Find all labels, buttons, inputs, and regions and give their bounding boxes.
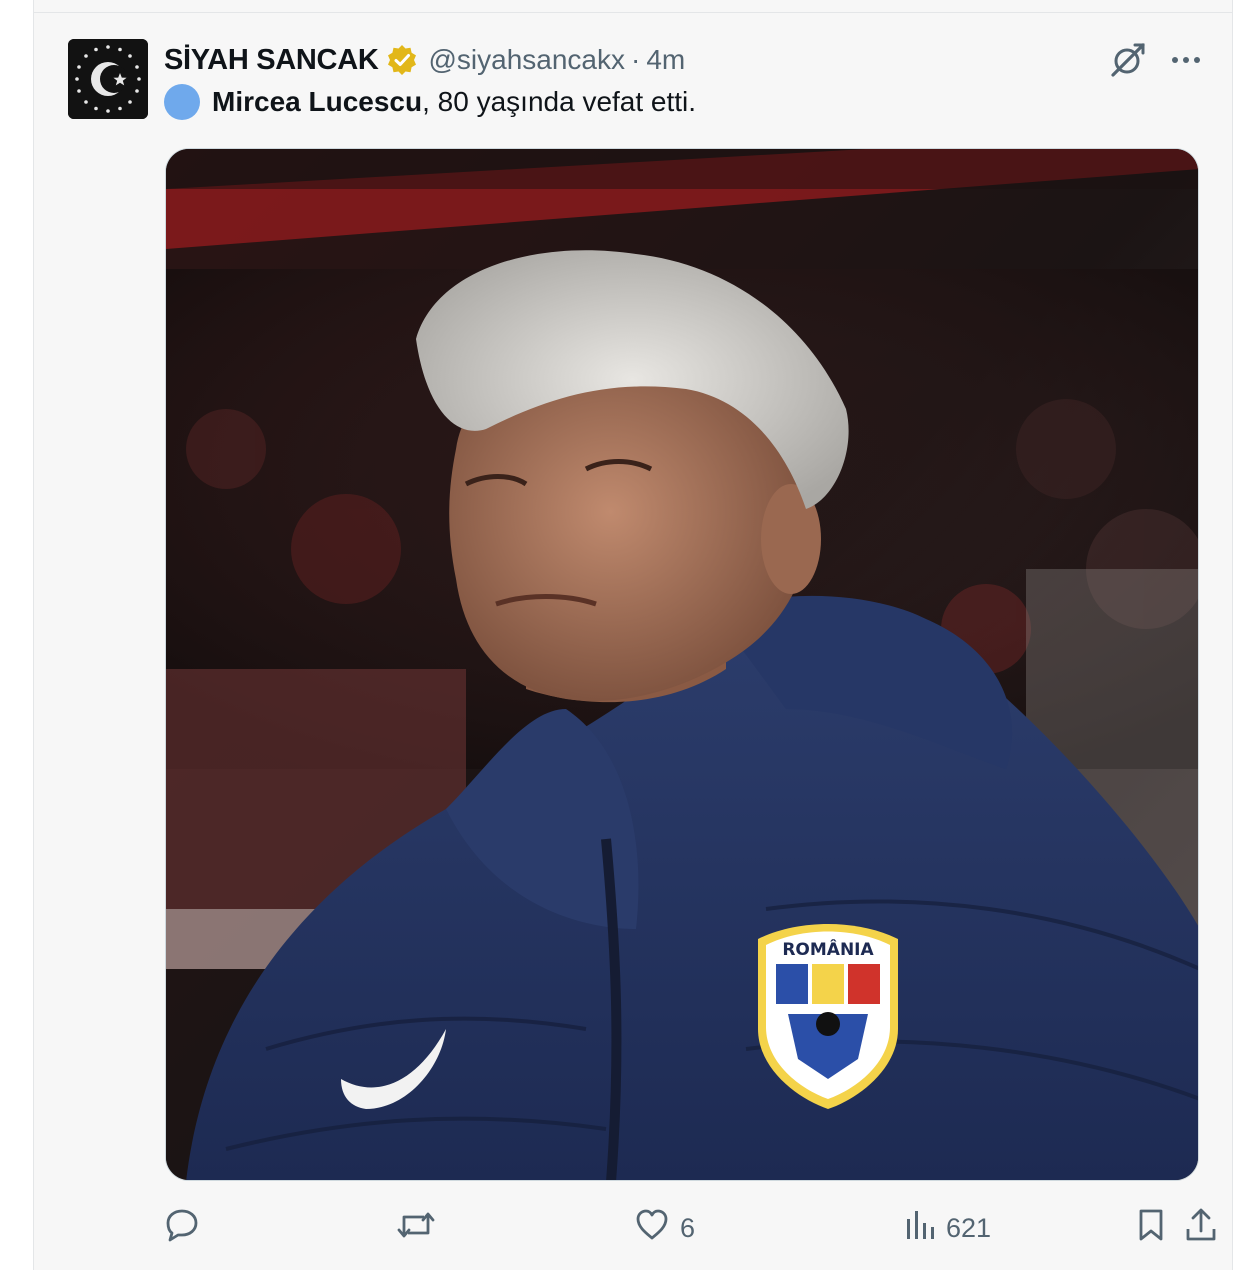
like-button[interactable]: 6 [634, 1205, 695, 1251]
share-icon [1184, 1207, 1218, 1250]
author-display-name[interactable]: SİYAH SANCAK [164, 44, 379, 77]
post-photo[interactable]: ROMÂNIA [165, 148, 1199, 1181]
post-card[interactable]: SİYAH SANCAK @siyahsancakx · 4m Mircea L… [33, 0, 1233, 1270]
blue-circle-emoji [164, 84, 200, 120]
post-timestamp[interactable]: 4m [646, 44, 685, 76]
repost-button[interactable] [396, 1205, 446, 1251]
views-button[interactable]: 621 [904, 1205, 991, 1251]
like-count: 6 [680, 1212, 696, 1243]
share-button[interactable] [1184, 1205, 1218, 1251]
verified-badge-icon [386, 44, 418, 76]
bookmark-button[interactable] [1136, 1205, 1166, 1251]
reply-icon [164, 1207, 200, 1250]
page: SİYAH SANCAK @siyahsancakx · 4m Mircea L… [0, 0, 1250, 1270]
repost-icon [396, 1207, 436, 1250]
post-text-rest: , 80 yaşında vefat etti. [422, 86, 697, 117]
grok-icon[interactable] [1108, 40, 1148, 80]
post-header: SİYAH SANCAK @siyahsancakx · 4m [164, 40, 685, 80]
post-text: Mircea Lucescu , 80 yaşında vefat etti. [164, 84, 696, 120]
action-bar: 6 621 [164, 1205, 1216, 1251]
header-actions [1108, 40, 1202, 80]
avatar[interactable] [68, 39, 148, 119]
header-separator: · [631, 44, 641, 75]
bookmark-icon [1136, 1207, 1166, 1250]
divider [34, 12, 1232, 13]
more-icon[interactable] [1170, 44, 1202, 76]
badge-text: ROMÂNIA [782, 938, 874, 960]
post-text-subject: Mircea Lucescu [212, 86, 423, 117]
reply-button[interactable] [164, 1205, 210, 1251]
author-handle[interactable]: @siyahsancakx [428, 44, 625, 76]
views-icon [904, 1207, 936, 1250]
views-count: 621 [946, 1212, 992, 1243]
like-icon [634, 1207, 670, 1250]
